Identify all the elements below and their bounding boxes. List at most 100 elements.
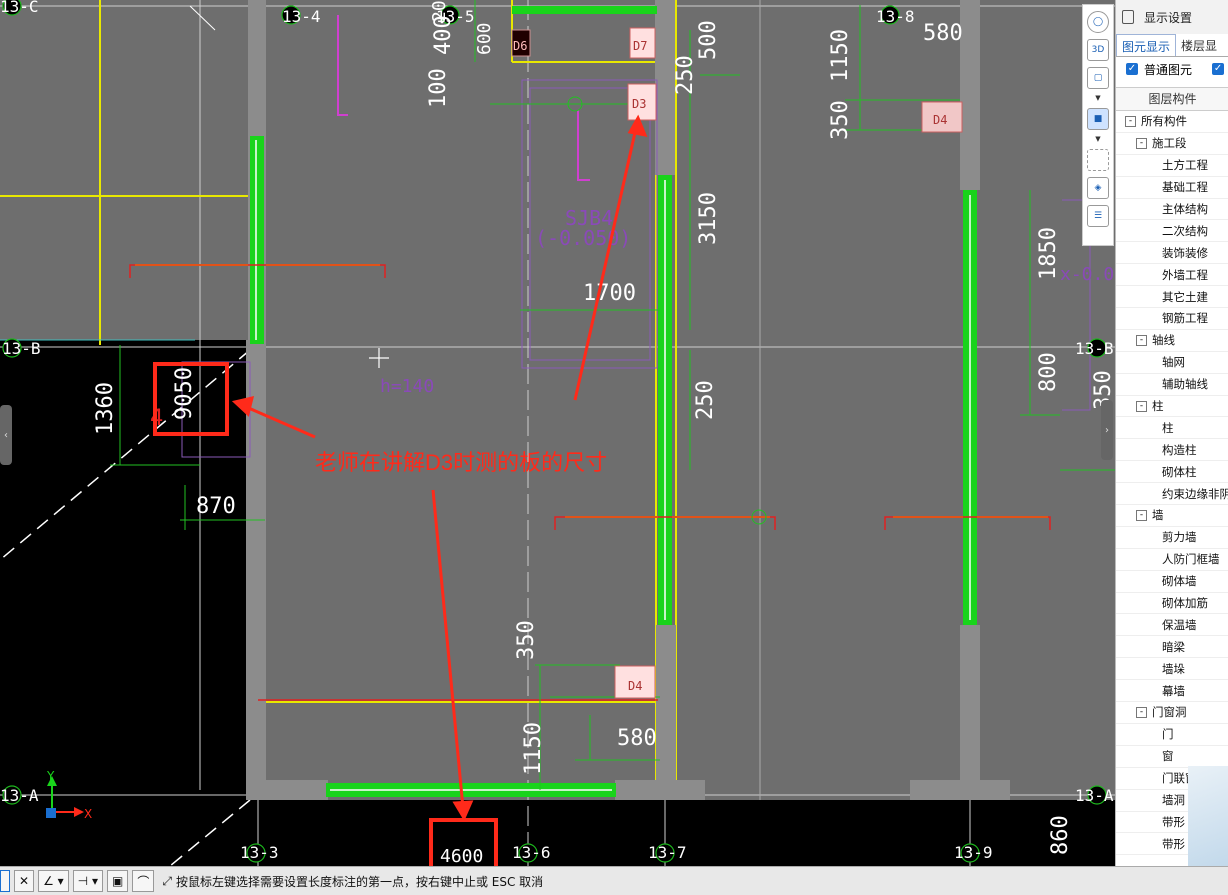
tree-item-label: 钢筋工程 bbox=[1162, 311, 1208, 326]
svg-text:580: 580 bbox=[923, 21, 963, 46]
sphere-icon[interactable]: ◯ bbox=[1087, 11, 1109, 33]
tree-item[interactable]: 基础工程 bbox=[1116, 177, 1228, 199]
tree-item[interactable]: 二次结构 bbox=[1116, 220, 1228, 243]
svg-text:D7: D7 bbox=[633, 39, 647, 53]
tree-item-label: 人防门框墙 bbox=[1162, 552, 1220, 567]
tree-item[interactable]: 构造柱 bbox=[1116, 439, 1228, 462]
view-cube-icon[interactable]: ◈ bbox=[1087, 177, 1109, 199]
svg-text:13-B: 13-B bbox=[1075, 339, 1114, 358]
tree-item[interactable]: 人防门框墙 bbox=[1116, 549, 1228, 571]
tree-item[interactable]: - 施工段 bbox=[1116, 133, 1228, 155]
collapse-toggle-icon[interactable]: - bbox=[1125, 115, 1136, 127]
collapse-toggle-icon[interactable]: - bbox=[1136, 334, 1147, 346]
tree-item-label: 砌体柱 bbox=[1162, 464, 1197, 479]
svg-text:13-7: 13-7 bbox=[648, 843, 687, 862]
layer-column-header: 图层构件 bbox=[1116, 87, 1228, 111]
svg-text:600: 600 bbox=[474, 22, 495, 55]
svg-text:D6: D6 bbox=[513, 39, 527, 53]
tree-item[interactable]: 剪力墙 bbox=[1116, 527, 1228, 549]
dashed-select-icon[interactable] bbox=[1087, 149, 1109, 171]
tree-item[interactable]: 幕墙 bbox=[1116, 680, 1228, 703]
tree-item-label: 所有构件 bbox=[1141, 114, 1187, 129]
tab-floor-display[interactable]: 楼层显 bbox=[1176, 34, 1222, 56]
panel-tabs: 图元显示 楼层显 bbox=[1116, 34, 1228, 57]
cube-blue-icon[interactable]: ■ bbox=[1087, 108, 1109, 130]
dropdown-arrow-icon[interactable]: ▼ bbox=[1095, 95, 1100, 102]
svg-text:D4: D4 bbox=[933, 113, 947, 127]
svg-text:X: X bbox=[84, 807, 92, 821]
tree-item[interactable]: 保温墙 bbox=[1116, 614, 1228, 637]
view-toolbar: ◯ 3D ▢ ▼ ■ ▼ ◈ ☰ bbox=[1082, 4, 1114, 246]
collapse-toggle-icon[interactable]: - bbox=[1136, 400, 1147, 412]
tree-item[interactable]: 钢筋工程 bbox=[1116, 308, 1228, 330]
tree-item-label: 土方工程 bbox=[1162, 158, 1208, 173]
collapse-toggle-icon[interactable]: - bbox=[1136, 137, 1147, 149]
tree-item[interactable]: 窗 bbox=[1116, 746, 1228, 768]
close-x-icon[interactable]: ✕ bbox=[14, 870, 35, 892]
cube-3d-icon[interactable]: 3D bbox=[1087, 39, 1109, 61]
tree-item[interactable]: 其它土建 bbox=[1116, 286, 1228, 309]
normal-element-checkbox[interactable]: ✓ bbox=[1126, 63, 1138, 75]
tree-item[interactable]: 砌体墙 bbox=[1116, 571, 1228, 593]
tree-item[interactable]: 外墙工程 bbox=[1116, 264, 1228, 287]
svg-text:500: 500 bbox=[696, 20, 721, 60]
svg-text:100: 100 bbox=[426, 68, 451, 108]
arc-icon[interactable]: ⌒ bbox=[132, 870, 155, 892]
cad-drawing-canvas[interactable]: 13-C 13-4 13-5 13-8 13-B 13-B 13-A 13-A … bbox=[0, 0, 1115, 866]
svg-text:580: 580 bbox=[617, 726, 657, 751]
tree-item-label: 柱 bbox=[1152, 399, 1164, 414]
tree-item-label: 基础工程 bbox=[1162, 180, 1208, 195]
tree-item[interactable]: 轴网 bbox=[1116, 352, 1228, 374]
tree-item[interactable]: 土方工程 bbox=[1116, 155, 1228, 177]
layer-tree: - 所有构件 - 施工段 土方工程 基础工程 主体结构 二次结构 装饰装修 外墙工程 其它土建 钢筋工… bbox=[1116, 111, 1228, 856]
angle-icon[interactable]: ∠ ▾ bbox=[38, 870, 69, 892]
svg-text:13-B: 13-B bbox=[2, 339, 41, 358]
svg-text:13-C: 13-C bbox=[0, 0, 39, 16]
tree-item-label: 二次结构 bbox=[1162, 223, 1208, 238]
tab-element-display[interactable]: 图元显示 bbox=[1116, 34, 1177, 56]
pin-icon[interactable] bbox=[1122, 10, 1134, 24]
dropdown-arrow-icon[interactable]: ▼ bbox=[1095, 136, 1100, 143]
cube-outline-icon[interactable]: ▢ bbox=[1087, 67, 1109, 89]
left-panel-toggle[interactable]: ‹ bbox=[0, 405, 12, 465]
svg-text:350: 350 bbox=[828, 100, 853, 140]
tree-item[interactable]: 主体结构 bbox=[1116, 199, 1228, 221]
left-edge-button[interactable] bbox=[0, 870, 10, 892]
svg-text:13-8: 13-8 bbox=[876, 7, 915, 26]
tree-item[interactable]: - 轴线 bbox=[1116, 330, 1228, 352]
tree-item-label: 外墙工程 bbox=[1162, 267, 1208, 282]
second-checkbox[interactable]: ✓ bbox=[1212, 63, 1225, 75]
tree-item[interactable]: 装饰装修 bbox=[1116, 242, 1228, 265]
tree-item[interactable]: 砌体柱 bbox=[1116, 461, 1228, 484]
collapse-toggle-icon[interactable]: - bbox=[1136, 706, 1147, 718]
tree-item[interactable]: 辅助轴线 bbox=[1116, 374, 1228, 396]
tree-item[interactable]: 柱 bbox=[1116, 417, 1228, 440]
tree-item[interactable]: 砌体加筋 bbox=[1116, 593, 1228, 615]
tree-item[interactable]: 约束边缘非阴 bbox=[1116, 483, 1228, 506]
tree-item-label: 构造柱 bbox=[1162, 442, 1197, 457]
report-icon[interactable]: ☰ bbox=[1087, 205, 1109, 227]
tree-item[interactable]: - 所有构件 bbox=[1116, 111, 1228, 133]
svg-text:13-A: 13-A bbox=[1075, 786, 1114, 805]
svg-text:250: 250 bbox=[693, 380, 718, 420]
dimension-icon[interactable]: ⊣ ▾ bbox=[72, 870, 103, 892]
svg-text:Y: Y bbox=[46, 769, 55, 783]
tree-item-label: 带形 bbox=[1162, 814, 1185, 829]
tree-item[interactable]: -柱 bbox=[1116, 396, 1228, 418]
tree-item[interactable]: - 门窗洞 bbox=[1116, 702, 1228, 724]
svg-text:13-A: 13-A bbox=[0, 786, 39, 805]
right-panel-toggle[interactable]: › bbox=[1101, 400, 1113, 460]
tree-item-label: 窗 bbox=[1162, 749, 1174, 764]
normal-element-label: 普通图元 bbox=[1144, 62, 1193, 77]
tree-item[interactable]: 暗梁 bbox=[1116, 636, 1228, 659]
svg-text:1700: 1700 bbox=[583, 281, 636, 306]
tree-item-label: 柱 bbox=[1162, 420, 1174, 435]
monitor-icon[interactable]: ▣ bbox=[106, 870, 129, 892]
tree-item[interactable]: 门 bbox=[1116, 724, 1228, 746]
tree-item[interactable]: 墙垛 bbox=[1116, 658, 1228, 681]
collapse-toggle-icon[interactable]: - bbox=[1136, 509, 1147, 521]
tree-item[interactable]: -墙 bbox=[1116, 505, 1228, 527]
svg-text:1360: 1360 bbox=[93, 382, 118, 435]
panel-header: 显示设置 bbox=[1116, 0, 1228, 34]
display-settings-panel: 显示设置 图元显示 楼层显 ✓ 普通图元 ✓ 图层构件 - 所有构件 - 施工段 土方工… bbox=[1115, 0, 1228, 866]
